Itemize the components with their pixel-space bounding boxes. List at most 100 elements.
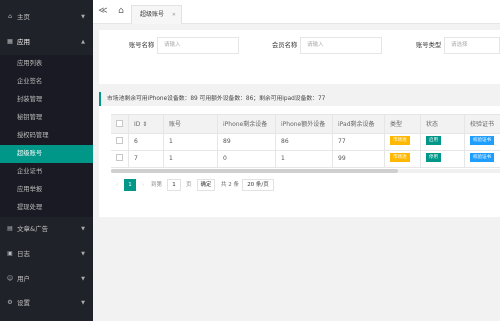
- cell-account: 1: [164, 151, 218, 167]
- sub-item-label: 超级账号: [17, 150, 43, 157]
- row-select-cell: [111, 134, 129, 150]
- cell-type: 市场池: [385, 151, 421, 167]
- sidebar-sub-item-active[interactable]: 超级账号: [0, 145, 93, 163]
- pagination: ‹ 1 › 到第 1 页 确定 共 2 条 20 条/页: [111, 174, 500, 196]
- settings-icon: ⚙: [7, 299, 13, 306]
- table-row: 7 1 0 1 99 市场池 停用 校验证书: [111, 151, 500, 168]
- cell-ipad-left: 99: [333, 151, 385, 167]
- tab-super-account[interactable]: 超级账号 ✕: [131, 5, 182, 24]
- goto-page-input[interactable]: 1: [167, 179, 181, 191]
- row-checkbox[interactable]: [116, 137, 123, 144]
- cell-id: 7: [129, 151, 164, 167]
- goto-confirm-button[interactable]: 确定: [197, 179, 215, 191]
- verify-certificate-button[interactable]: 校验证书: [470, 153, 494, 162]
- nav-item-apps[interactable]: ▦ 应用 ▲: [0, 32, 93, 52]
- sidebar-sub-item[interactable]: 封装管理: [0, 91, 93, 109]
- chevron-down-icon: ▼: [81, 14, 85, 20]
- column-header-iphone-extra: iPhone额外设备: [276, 115, 333, 133]
- scrollbar-thumb[interactable]: [111, 169, 398, 173]
- account-type-select[interactable]: 请选择: [444, 37, 500, 54]
- sidebar-sub-item[interactable]: 授权码管理: [0, 127, 93, 145]
- chevron-down-icon: ▼: [81, 300, 85, 306]
- cell-status: 停用: [421, 151, 465, 167]
- nav-item-home[interactable]: ⌂ 主页 ▼: [0, 7, 93, 27]
- cell-iphone-left: 0: [218, 151, 276, 167]
- sidebar-sub-item[interactable]: 企业签名: [0, 73, 93, 91]
- app-root: ⌂ 主页 ▼ ▦ 应用 ▲ 应用列表 企业签名 封装管理 秘钥管理 授权码管理 …: [0, 0, 500, 321]
- column-header-ipad-left: iPad剩余设备: [333, 115, 385, 133]
- page-size-select[interactable]: 20 条/页: [242, 179, 274, 191]
- cell-iphone-extra: 1: [276, 151, 333, 167]
- table-horizontal-scrollbar[interactable]: [111, 169, 500, 173]
- sub-item-label: 应用列表: [17, 60, 43, 67]
- total-count: 共 2 条: [221, 182, 239, 188]
- status-badge[interactable]: 停用: [426, 153, 441, 162]
- row-select-cell: [111, 151, 129, 167]
- column-header-action: 校验证书: [470, 121, 495, 128]
- cell-id: 6: [129, 134, 164, 150]
- top-bar: ≪ ⌂ 超级账号 ✕: [93, 0, 500, 24]
- sidebar-sub-item[interactable]: 企业证书: [0, 163, 93, 181]
- home-icon[interactable]: ⌂: [115, 5, 127, 17]
- page-button-current[interactable]: 1: [124, 179, 136, 191]
- chevron-down-icon: ▼: [81, 226, 85, 232]
- user-icon: ☺: [6, 275, 14, 282]
- article-icon: ▤: [7, 225, 13, 232]
- main-content: 账号名称 请输入 会员名称 请输入 账号类型 请选择 市场池剩余可用iPhone…: [93, 24, 500, 321]
- nav-item-label: 设置: [17, 299, 30, 307]
- member-name-label: 会员名称: [272, 42, 298, 49]
- cell-ipad-left: 77: [333, 134, 385, 150]
- cell-status: 启用: [421, 134, 465, 150]
- tab-label: 超级账号: [140, 11, 165, 18]
- account-name-label: 账号名称: [129, 42, 155, 49]
- status-badge[interactable]: 启用: [426, 136, 441, 145]
- nav-item-logs[interactable]: ▣ 日志 ▼: [0, 244, 93, 264]
- row-checkbox[interactable]: [116, 154, 123, 161]
- select-all-checkbox[interactable]: [116, 120, 123, 127]
- sidebar-sub-item[interactable]: 应用列表: [0, 55, 93, 73]
- goto-label: 到第: [151, 182, 163, 188]
- filter-panel: 账号名称 请输入 会员名称 请输入 账号类型 请选择: [99, 30, 500, 84]
- log-icon: ▣: [7, 250, 13, 257]
- sub-item-label: 秘钥管理: [17, 114, 43, 121]
- prev-page-icon[interactable]: ‹: [116, 180, 118, 191]
- type-badge: 市场池: [390, 153, 410, 162]
- next-page-icon[interactable]: ›: [142, 180, 144, 191]
- chevron-down-icon: ▼: [81, 276, 85, 282]
- column-header-type: 类型: [385, 115, 421, 133]
- account-type-label: 账号类型: [416, 42, 442, 49]
- nav-item-settings[interactable]: ⚙ 设置 ▼: [0, 293, 93, 313]
- home-icon: ⌂: [8, 13, 12, 20]
- sidebar-sub-item[interactable]: 秘钥管理: [0, 109, 93, 127]
- cell-type: 市场池: [385, 134, 421, 150]
- device-notice: 市场池剩余可用iPhone设备数：89 可用额外设备数：86；剩余可用ipad设…: [99, 92, 500, 106]
- type-badge: 市场池: [390, 136, 410, 145]
- close-icon[interactable]: ✕: [172, 6, 176, 24]
- nav-item-articles[interactable]: ▤ 文章&广告 ▼: [0, 219, 93, 239]
- member-name-input[interactable]: 请输入: [300, 37, 382, 54]
- cell-iphone-extra: 86: [276, 134, 333, 150]
- column-header-id[interactable]: ID ⇕: [129, 115, 164, 133]
- sub-item-label: 企业签名: [17, 78, 43, 85]
- column-header-status: 状态: [421, 115, 465, 133]
- nav-item-label: 日志: [17, 250, 30, 258]
- sub-item-label: 应用举报: [17, 186, 43, 193]
- nav-item-users[interactable]: ☺ 用户 ▼: [0, 269, 93, 289]
- column-header-account: 账号: [164, 115, 218, 133]
- sub-item-label: 企业证书: [17, 168, 43, 175]
- select-all-cell: [111, 115, 129, 133]
- sidebar: ⌂ 主页 ▼ ▦ 应用 ▲ 应用列表 企业签名 封装管理 秘钥管理 授权码管理 …: [0, 0, 93, 321]
- apps-icon: ▦: [7, 38, 13, 45]
- cell-iphone-left: 89: [218, 134, 276, 150]
- table-header: ID ⇕ 账号 iPhone剩余设备 iPhone额外设备 iPad剩余设备 类…: [111, 114, 500, 134]
- sidebar-sub-item[interactable]: 提现处理: [0, 199, 93, 217]
- account-name-input[interactable]: 请输入: [157, 37, 239, 54]
- nav-item-label: 应用: [17, 38, 30, 46]
- page-unit-label: 页: [186, 182, 192, 188]
- table-row: 6 1 89 86 77 市场池 启用 校验证书: [111, 134, 500, 151]
- verify-certificate-button[interactable]: 校验证书: [470, 136, 494, 145]
- chevron-up-icon: ▲: [81, 39, 85, 45]
- nav-item-label: 用户: [17, 275, 30, 283]
- sidebar-sub-item[interactable]: 应用举报: [0, 181, 93, 199]
- collapse-sidebar-icon[interactable]: ≪: [97, 5, 109, 17]
